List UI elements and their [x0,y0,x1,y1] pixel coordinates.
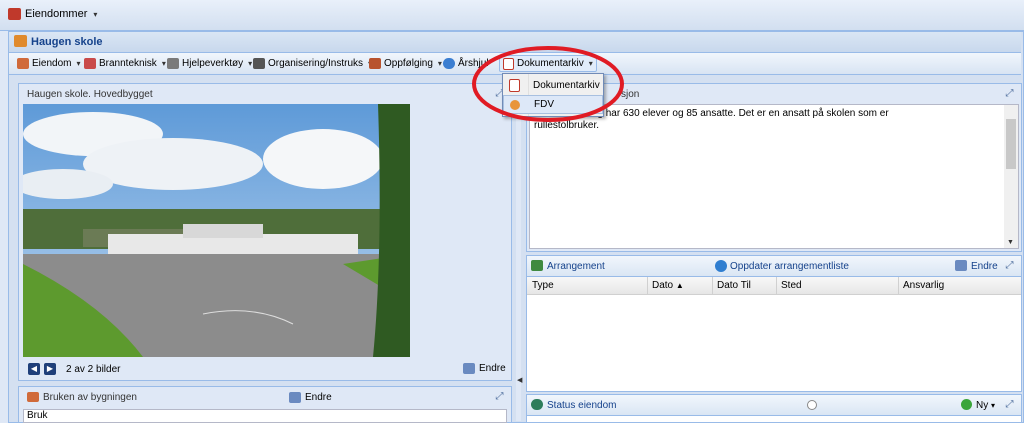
column-header-dato[interactable]: Dato ▲ [652,280,684,291]
column-header-ansvarlig[interactable]: Ansvarlig [903,280,944,291]
eiendommer-menu[interactable]: Eiendommer ▾ [8,8,97,20]
school-icon [14,35,27,47]
next-icon[interactable]: ▶ [44,363,56,375]
toolbar-oppfolging-label: Oppfølging [384,58,433,69]
toolbar-hjelpeverktoy[interactable]: Hjelpeverktøy ▾ [167,56,252,71]
building-photo [23,104,410,357]
window-title: Haugen skole [31,36,103,48]
top-bar [0,0,1024,31]
fire-truck-icon [84,58,96,69]
tools-icon [167,58,179,69]
expand-icon[interactable]: ⤢ [1004,399,1015,410]
highlight-ellipse [472,46,624,122]
org-chart-icon [253,58,265,69]
column-header-sted[interactable]: Sted [781,280,802,291]
status-icon [531,399,543,410]
column-header-dato-label: Dato [652,280,674,291]
image-panel-header: Haugen skole. Hovedbygget ⤢ [19,84,511,104]
follow-up-icon [369,58,381,69]
expand-icon[interactable]: ⤢ [1004,88,1015,99]
usage-edit-button[interactable]: Endre [289,392,332,403]
description-text-area[interactable]: en 1-7-skole og har 630 elever og 85 ans… [529,104,1019,249]
status-panel-header: Status eiendom Ny ▾ ⤢ [527,395,1021,416]
usage-edit-label: Endre [305,392,332,403]
column-header-dato-til[interactable]: Dato Til [717,280,751,291]
expand-icon[interactable]: ⤢ [494,391,505,402]
refresh-icon [715,260,727,272]
building-icon [27,392,39,402]
scrollbar[interactable]: ▼ [1004,105,1018,248]
year-wheel-icon [443,58,455,69]
pager-text: 2 av 2 bilder [66,363,121,375]
scrollbar-thumb[interactable] [1006,119,1016,169]
scroll-down-icon[interactable]: ▼ [1007,239,1014,246]
add-icon [961,399,972,410]
image-edit-label: Endre [479,363,506,374]
image-panel-title: Haugen skole. Hovedbygget [27,89,153,100]
new-status-label: Ny [976,400,989,411]
new-status-button[interactable]: Ny ▾ [976,400,995,411]
refresh-arrangements-button[interactable]: Oppdater arrangementliste [730,261,849,272]
edit-icon [289,392,301,403]
image-edit-button[interactable]: Endre [463,363,506,374]
expand-icon[interactable]: ⤢ [1004,260,1015,271]
calendar-icon [531,260,543,271]
info-icon [807,400,817,410]
splitter[interactable] [516,83,521,421]
toolbar-eiendom[interactable]: Eiendom ▾ [17,56,80,71]
arrangement-grid-header: Type Dato ▲ Dato Til Sted Ansvarlig [527,277,1021,295]
usage-panel-title: Bruken av bygningen [43,392,137,403]
toolbar-eiendom-label: Eiendom [32,58,72,69]
arrangement-panel: Arrangement Oppdater arrangementliste En… [526,255,1022,392]
chevron-down-icon: ▾ [93,9,98,19]
chevron-down-icon: ▾ [991,401,996,410]
arrangement-panel-header: Arrangement Oppdater arrangementliste En… [527,256,1021,277]
toolbar-organisering-label: Organisering/Instruks [268,58,364,69]
sort-asc-icon: ▲ [675,281,684,290]
chevron-down-icon: ▾ [248,59,253,68]
edit-icon [463,363,475,374]
house-icon [17,58,29,69]
column-header-type[interactable]: Type [532,280,554,291]
toolbar-oppfolging[interactable]: Oppfølging ▾ [369,56,442,71]
prev-icon[interactable]: ◀ [28,363,40,375]
building-photo-image [23,104,410,357]
toolbar-hjelpeverktoy-label: Hjelpeverktøy [182,58,244,69]
status-panel-title: Status eiendom [547,400,617,411]
properties-icon [8,8,21,20]
toolbar-organisering[interactable]: Organisering/Instruks▾ [253,56,372,71]
toolbar-brannteknisk-label: Brannteknisk [99,58,157,69]
chevron-down-icon: ▾ [161,59,166,68]
status-panel: Status eiendom Ny ▾ ⤢ [526,394,1022,423]
image-pager: ◀ ▶ 2 av 2 bilder [28,363,120,375]
arrangement-panel-title: Arrangement [547,261,605,272]
arrangement-edit-button[interactable]: Endre [971,261,998,272]
edit-icon [955,260,967,271]
chevron-down-icon: ▾ [76,59,81,68]
collapse-left-icon[interactable]: ◀ [517,376,522,384]
usage-field-label: Bruk [27,410,48,421]
eiendommer-menu-label: Eiendommer [25,8,88,20]
toolbar-brannteknisk[interactable]: Brannteknisk ▾ [84,56,166,71]
chevron-down-icon: ▾ [437,59,442,68]
usage-panel-header: Bruken av bygningen ⤢ [19,387,511,407]
